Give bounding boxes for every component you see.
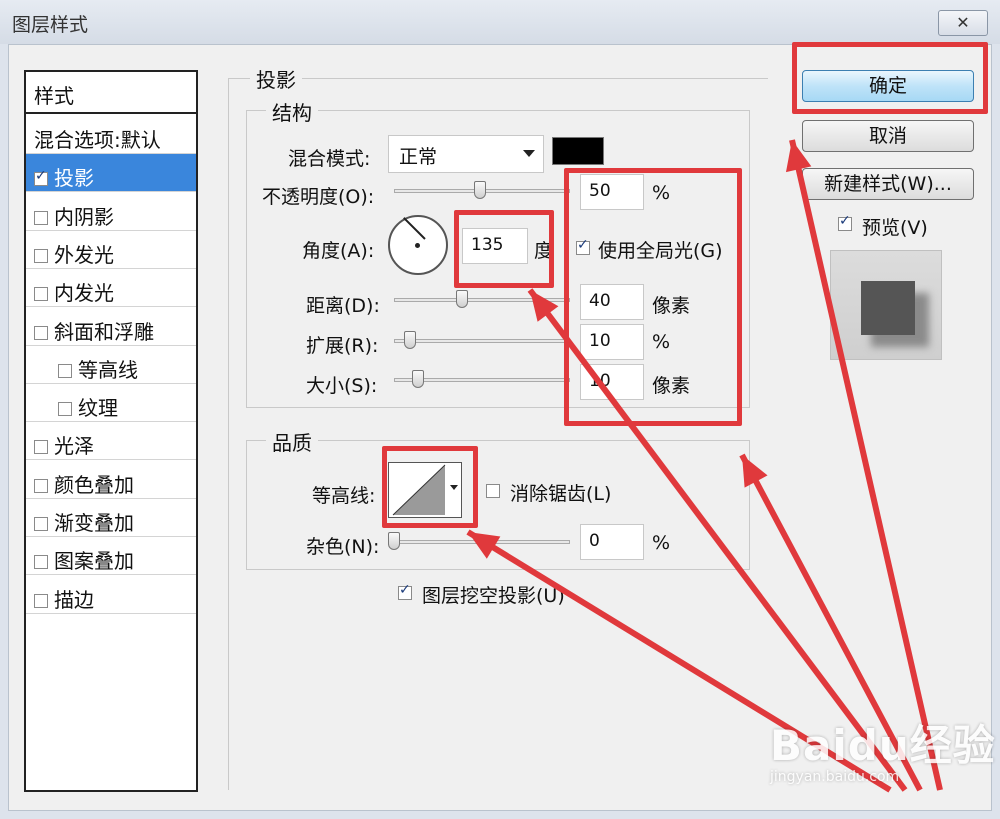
annotation-arrowhead bbox=[530, 290, 559, 322]
baidu-watermark: Baidu经验 jingyan.baidu.com bbox=[770, 712, 996, 785]
annotation-arrowhead bbox=[785, 140, 812, 173]
layer-style-dialog: 图层样式 ✕ 样式 混合选项:默认投影内阴影外发光内发光斜面和浮雕等高线纹理光泽… bbox=[0, 0, 1000, 819]
annotation-arrows bbox=[466, 139, 943, 793]
watermark-logo-text: Baidu经验 bbox=[770, 721, 996, 770]
